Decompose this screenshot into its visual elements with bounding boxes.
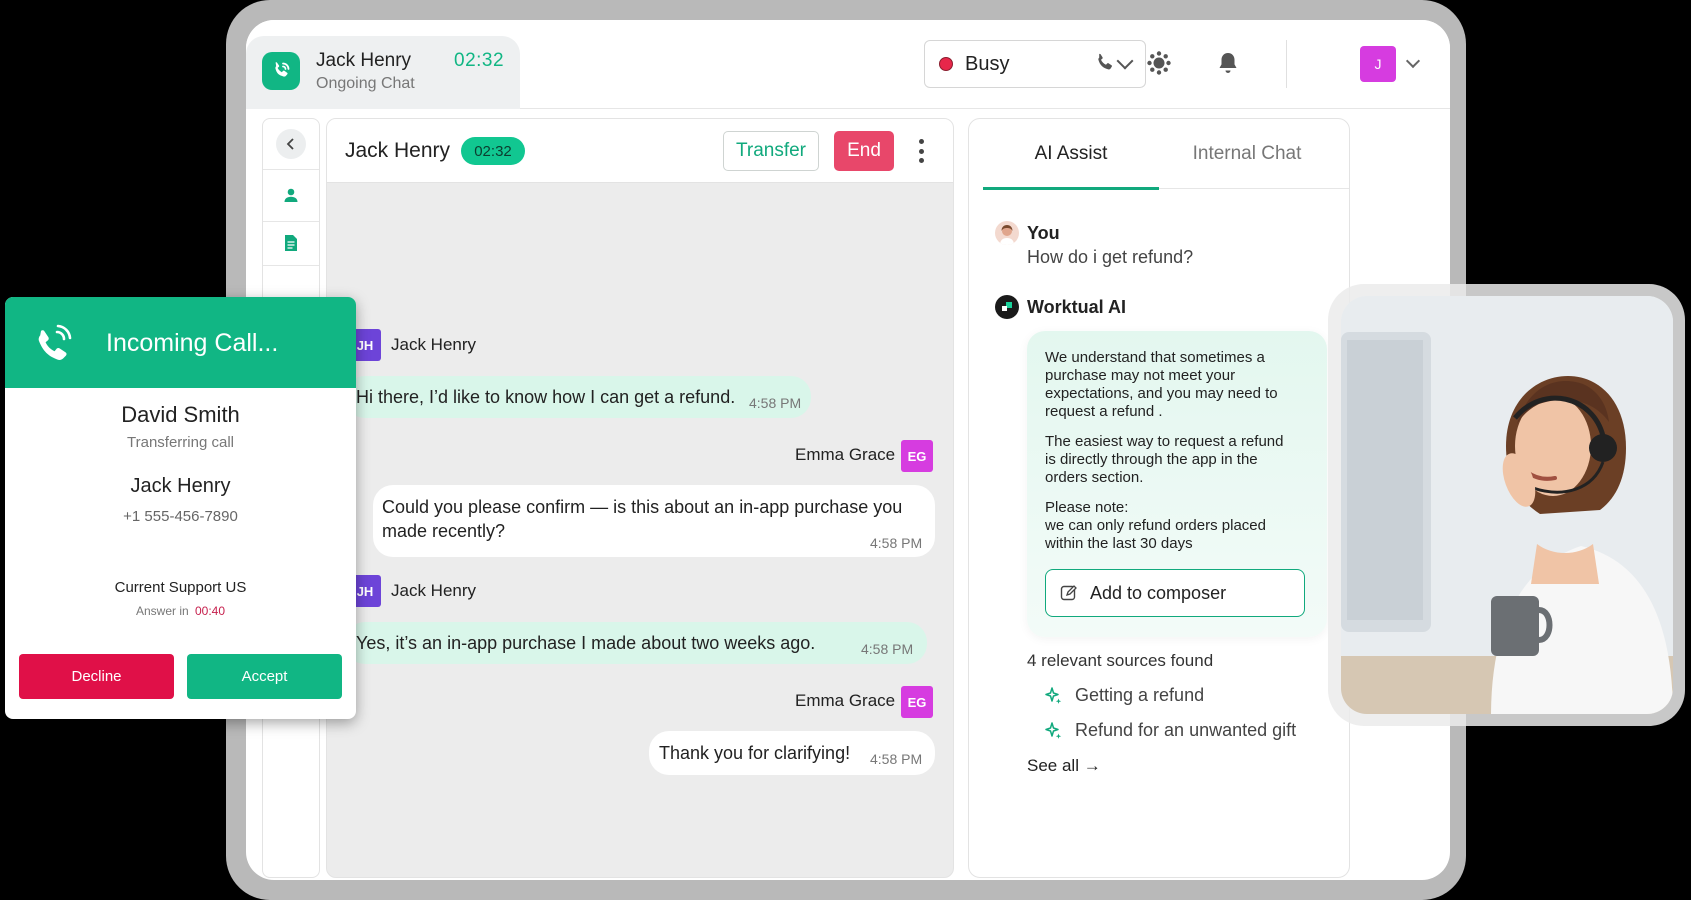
user-question: How do i get refund?	[1027, 247, 1194, 267]
ringing-phone-icon	[38, 324, 72, 360]
message-time: 4:58 PM	[749, 395, 802, 411]
transfer-button[interactable]: Transfer	[723, 131, 819, 171]
chat-panel: Jack Henry 02:32 Transfer End JH Jack He…	[326, 118, 954, 878]
phone-app-icon	[262, 52, 300, 90]
assist-tabs: AI Assist Internal Chat	[983, 119, 1349, 190]
message-bubble: Could you please confirm — is this about…	[373, 485, 935, 557]
contact-name: Jack Henry	[130, 475, 231, 497]
chat-contact-name: Jack Henry	[345, 139, 451, 162]
bell-icon[interactable]	[1213, 48, 1243, 78]
answer-prefix: Answer in	[135, 604, 189, 618]
rail-divider	[263, 221, 319, 222]
decline-button[interactable]: Decline	[19, 654, 174, 699]
ai-response-text: The easiest way to request a refund is d…	[1045, 433, 1284, 486]
worktual-logo-icon	[995, 295, 1019, 319]
message-sender: Emma Grace	[795, 445, 896, 464]
assist-panel: AI Assist Internal Chat You How do i get…	[968, 118, 1350, 878]
tab-internal-chat[interactable]: Internal Chat	[1159, 119, 1335, 189]
message-time: 4:58 PM	[870, 535, 923, 551]
contact-profile-icon[interactable]	[281, 185, 301, 205]
more-options-kebab-icon[interactable]	[917, 139, 925, 163]
edit-icon	[1060, 585, 1077, 601]
session-contact-name: Jack Henry	[316, 50, 412, 71]
session-timer: 02:32	[454, 50, 505, 71]
sparkle-icon	[1045, 686, 1062, 704]
message-text: Thank you for clarifying!	[659, 743, 851, 763]
message-bubble: Hi there, I’d like to know how I can get…	[345, 376, 811, 418]
session-status: Ongoing Chat	[316, 75, 415, 92]
avatar: EG	[901, 686, 933, 718]
message-bubble: Thank you for clarifying! 4:58 PM	[649, 731, 935, 775]
see-all-link[interactable]: See all →	[1027, 756, 1101, 776]
answer-timer: 00:40	[195, 604, 226, 618]
add-to-composer-button[interactable]: Add to composer	[1045, 569, 1305, 617]
chat-header: Jack Henry 02:32 Transfer End	[327, 119, 953, 183]
message-bubble: Yes, it’s an in-app purchase I made abou…	[345, 622, 927, 664]
message-time: 4:58 PM	[861, 641, 914, 657]
ai-response-card: We understand that sometimes a purchase …	[1027, 331, 1327, 637]
ai-response-text: We understand that sometimes a purchase …	[1045, 349, 1278, 420]
sources-title: 4 relevant sources found	[1027, 651, 1214, 670]
source-label: Getting a refund	[1075, 685, 1205, 705]
message-text: Could you please confirm — is this about…	[382, 497, 903, 541]
sparkle-icon	[1045, 721, 1062, 739]
agent-photo	[1341, 296, 1673, 714]
caller-name: David Smith	[121, 402, 240, 427]
add-to-composer-label: Add to composer	[1090, 582, 1227, 603]
message-sender: Jack Henry	[391, 581, 477, 600]
message-sender: Jack Henry	[391, 335, 477, 354]
top-bar: Jack Henry Ongoing Chat 02:32 Busy J	[246, 20, 1450, 109]
session-tab[interactable]: Jack Henry Ongoing Chat 02:32	[246, 36, 520, 109]
accept-button[interactable]: Accept	[187, 654, 342, 699]
settings-gear-icon[interactable]	[1144, 48, 1174, 78]
notes-document-icon[interactable]	[281, 233, 301, 253]
chat-timer-badge: 02:32	[461, 137, 525, 165]
message-text: Yes, it’s an in-app purchase I made abou…	[356, 633, 816, 653]
ai-response-text: Please note: we can only refund orders p…	[1045, 499, 1266, 552]
queue-name: Current Support US	[114, 579, 247, 596]
ai-label: Worktual AI	[1027, 297, 1127, 317]
incoming-call-header: Incoming Call...	[5, 297, 356, 388]
topbar-divider	[1286, 40, 1287, 88]
incoming-call-card: Incoming Call... David Smith Transferrin…	[5, 297, 356, 719]
rail-divider	[263, 169, 319, 170]
message-sender: Emma Grace	[795, 691, 896, 710]
you-label: You	[1027, 223, 1060, 243]
tab-ai-assist[interactable]: AI Assist	[983, 119, 1159, 190]
phone-icon[interactable]	[1090, 48, 1120, 78]
back-chevron-icon[interactable]	[276, 129, 306, 159]
incoming-call-title: Incoming Call...	[106, 329, 279, 357]
source-label: Refund for an unwanted gift	[1075, 720, 1297, 740]
caller-status: Transferring call	[127, 434, 234, 451]
busy-status-dot	[939, 57, 953, 71]
message-time: 4:58 PM	[870, 751, 923, 767]
rail-divider	[263, 265, 319, 266]
user-menu-chevron-icon[interactable]	[1405, 53, 1421, 69]
user-avatar[interactable]: J	[1360, 46, 1396, 82]
source-link[interactable]: Getting a refund	[1043, 685, 1204, 706]
contact-phone: +1 555-456-7890	[123, 508, 238, 525]
answer-countdown: Answer in 00:40	[5, 604, 356, 618]
message-text: Hi there, I’d like to know how I can get…	[356, 387, 736, 407]
end-chat-button[interactable]: End	[834, 131, 894, 171]
app-window: Jack Henry Ongoing Chat 02:32 Busy J Jac…	[246, 20, 1450, 880]
you-avatar	[995, 221, 1019, 245]
avatar: EG	[901, 440, 933, 472]
source-link[interactable]: Refund for an unwanted gift	[1043, 720, 1296, 741]
